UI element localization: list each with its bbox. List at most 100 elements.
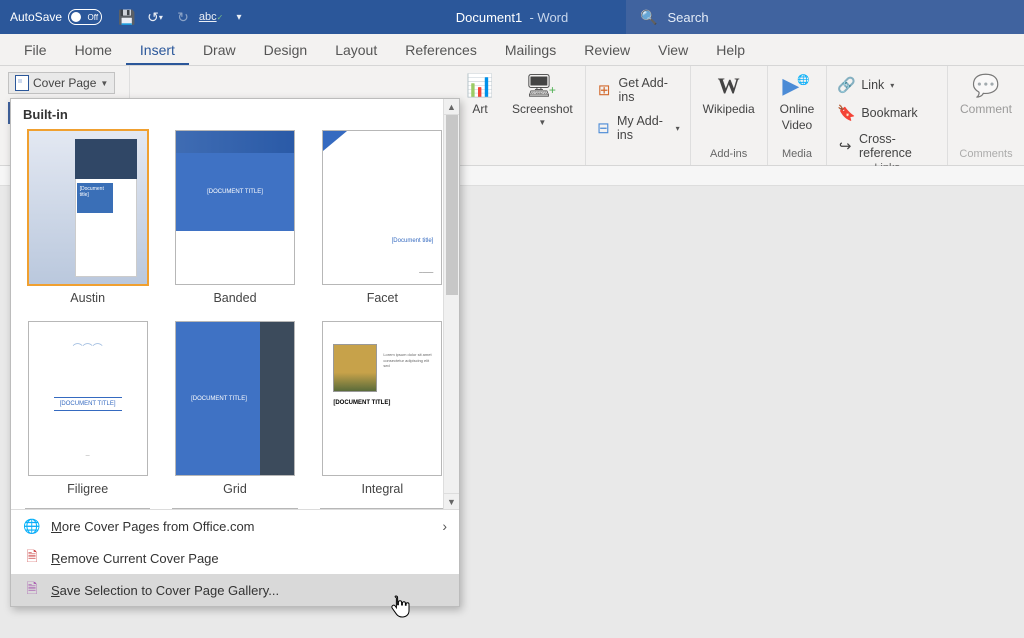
tab-file[interactable]: File bbox=[10, 36, 61, 65]
tab-layout[interactable]: Layout bbox=[321, 36, 391, 65]
gallery-scrollbar[interactable]: ▲ ▼ bbox=[443, 99, 459, 509]
chevron-down-icon: ▼ bbox=[538, 118, 546, 127]
gallery-item-peek[interactable] bbox=[320, 508, 445, 509]
comment-icon: 💬 bbox=[972, 72, 1000, 100]
wikipedia-button[interactable]: W Wikipedia bbox=[697, 70, 761, 118]
tab-draw[interactable]: Draw bbox=[189, 36, 250, 65]
title-bar: AutoSave Off 💾 ↺▾ ↻ abc✓ ▾ Document1 - W… bbox=[0, 0, 1024, 34]
group-label-addins: Add-ins bbox=[697, 148, 761, 163]
gallery-item-austin[interactable]: [Document title] Austin bbox=[25, 130, 150, 305]
get-addins-button[interactable]: ⊞Get Add-ins bbox=[592, 74, 684, 106]
my-addins-button[interactable]: ⊟ My Add-ins ▾ bbox=[592, 112, 684, 144]
chevron-down-icon: ▾ bbox=[676, 124, 680, 133]
link-button[interactable]: 🔗Link ▾ bbox=[833, 74, 941, 96]
more-cover-pages-label: More Cover Pages from Office.com bbox=[51, 519, 255, 534]
page-icon bbox=[15, 75, 29, 91]
autosave-toggle[interactable]: Off bbox=[68, 9, 102, 25]
cover-page-button[interactable]: Cover Page ▼ bbox=[8, 72, 115, 94]
smartart-stub-label: Art bbox=[472, 102, 487, 116]
chart-icon: 📊 bbox=[466, 72, 494, 100]
spellcheck-icon[interactable]: abc✓ bbox=[202, 8, 220, 26]
link-label: Link bbox=[861, 78, 884, 92]
my-addins-label: My Add-ins bbox=[617, 114, 670, 142]
gallery-footer-menu: 🌐 More Cover Pages from Office.com 🗎 Rem… bbox=[11, 509, 459, 606]
online-video-button[interactable]: ▶🌐 Online Video bbox=[774, 70, 821, 134]
window-title: Document1 - Word bbox=[456, 10, 569, 25]
crossref-label: Cross-reference bbox=[859, 132, 937, 160]
tell-me-search[interactable]: 🔍 Search bbox=[626, 0, 1024, 34]
crossref-icon: ↪ bbox=[837, 137, 853, 155]
ribbon-tab-strip: File Home Insert Draw Design Layout Refe… bbox=[0, 34, 1024, 66]
scroll-down-icon[interactable]: ▼ bbox=[444, 493, 459, 509]
scrollbar-thumb[interactable] bbox=[446, 115, 458, 295]
wikipedia-icon: W bbox=[715, 72, 743, 100]
chevron-down-icon: ▾ bbox=[890, 81, 894, 90]
tab-mailings[interactable]: Mailings bbox=[491, 36, 570, 65]
tab-references[interactable]: References bbox=[391, 36, 491, 65]
group-label-illustrations bbox=[460, 148, 579, 163]
comment-button[interactable]: 💬 Comment bbox=[954, 70, 1018, 118]
addins-icon: ⊟ bbox=[596, 119, 611, 137]
remove-page-icon: 🗎 bbox=[23, 549, 41, 567]
search-placeholder: Search bbox=[667, 10, 708, 25]
gallery-item-banded[interactable]: [DOCUMENT TITLE] Banded bbox=[172, 130, 297, 305]
cover-page-gallery: [Document title] Austin [DOCUMENT TITLE]… bbox=[11, 128, 459, 508]
thumb-title: [Document title] bbox=[77, 183, 113, 213]
tab-design[interactable]: Design bbox=[250, 36, 322, 65]
document-name: Document1 bbox=[456, 10, 522, 25]
gallery-item-facet[interactable]: [Document title] ──── Facet bbox=[320, 130, 445, 305]
chart-button-stub[interactable]: 📊 Art bbox=[460, 70, 500, 118]
undo-icon[interactable]: ↺▾ bbox=[146, 8, 164, 26]
thumb-filigree: ⌒⌒⌒ [DOCUMENT TITLE] — bbox=[28, 321, 148, 476]
online-video-label-2: Video bbox=[782, 118, 812, 132]
tab-insert[interactable]: Insert bbox=[126, 36, 189, 65]
thumb-banded: [DOCUMENT TITLE] bbox=[175, 130, 295, 285]
redo-icon[interactable]: ↻ bbox=[174, 8, 192, 26]
save-selection-item[interactable]: 🗎 Save Selection to Cover Page Gallery..… bbox=[11, 574, 459, 606]
crossref-button[interactable]: ↪ Cross-reference bbox=[833, 130, 941, 162]
thumb-title: [DOCUMENT TITLE] bbox=[176, 322, 262, 475]
remove-cover-page-item[interactable]: 🗎 Remove Current Cover Page bbox=[11, 542, 459, 574]
thumb-title: [DOCUMENT TITLE] bbox=[333, 400, 390, 406]
gallery-item-label: Grid bbox=[223, 482, 247, 496]
screenshot-icon: 🖥+ bbox=[528, 72, 556, 100]
gallery-item-filigree[interactable]: ⌒⌒⌒ [DOCUMENT TITLE] — Filigree bbox=[25, 321, 150, 496]
wikipedia-label: Wikipedia bbox=[703, 102, 755, 116]
tab-home[interactable]: Home bbox=[61, 36, 126, 65]
screenshot-label: Screenshot bbox=[512, 102, 573, 116]
thumb-title: [DOCUMENT TITLE] bbox=[176, 153, 294, 231]
save-selection-label: Save Selection to Cover Page Gallery... bbox=[51, 583, 279, 598]
gallery-item-peek[interactable] bbox=[25, 508, 150, 509]
group-label-media: Media bbox=[774, 148, 821, 163]
chevron-down-icon: ▼ bbox=[100, 79, 108, 88]
bookmark-button[interactable]: 🔖 Bookmark bbox=[833, 102, 941, 124]
group-label-comments: Comments bbox=[954, 148, 1018, 163]
gallery-item-integral[interactable]: Lorem ipsum dolor sit amet consectetur a… bbox=[320, 321, 445, 496]
gallery-item-peek[interactable] bbox=[172, 508, 297, 509]
screenshot-button[interactable]: 🖥+ Screenshot ▼ bbox=[506, 70, 579, 129]
more-cover-pages-item[interactable]: 🌐 More Cover Pages from Office.com bbox=[11, 510, 459, 542]
autosave-control[interactable]: AutoSave Off bbox=[0, 9, 112, 25]
get-addins-label: Get Add-ins bbox=[619, 76, 680, 104]
gallery-item-grid[interactable]: [DOCUMENT TITLE] Grid bbox=[172, 321, 297, 496]
tab-view[interactable]: View bbox=[644, 36, 702, 65]
tab-help[interactable]: Help bbox=[702, 36, 759, 65]
thumb-title: [DOCUMENT TITLE] bbox=[54, 397, 122, 411]
save-page-icon: 🗎 bbox=[23, 581, 41, 599]
autosave-state: Off bbox=[88, 13, 99, 22]
online-video-label-1: Online bbox=[780, 102, 815, 116]
quick-access-toolbar: 💾 ↺▾ ↻ abc✓ ▾ bbox=[112, 8, 254, 26]
tab-review[interactable]: Review bbox=[570, 36, 644, 65]
gallery-item-label: Banded bbox=[213, 291, 256, 305]
scroll-up-icon[interactable]: ▲ bbox=[444, 99, 459, 115]
app-name: Word bbox=[537, 10, 568, 25]
bookmark-icon: 🔖 bbox=[837, 104, 855, 122]
gallery-item-label: Integral bbox=[361, 482, 403, 496]
bookmark-label: Bookmark bbox=[861, 106, 917, 120]
thumb-grid: [DOCUMENT TITLE] bbox=[175, 321, 295, 476]
save-icon[interactable]: 💾 bbox=[118, 8, 136, 26]
cover-page-gallery-dropdown: Built-in [Document title] Austin [DOCUME… bbox=[10, 98, 460, 607]
thumb-facet: [Document title] ──── bbox=[322, 130, 442, 285]
customize-qat-icon[interactable]: ▾ bbox=[230, 8, 248, 26]
comment-label: Comment bbox=[960, 102, 1012, 116]
